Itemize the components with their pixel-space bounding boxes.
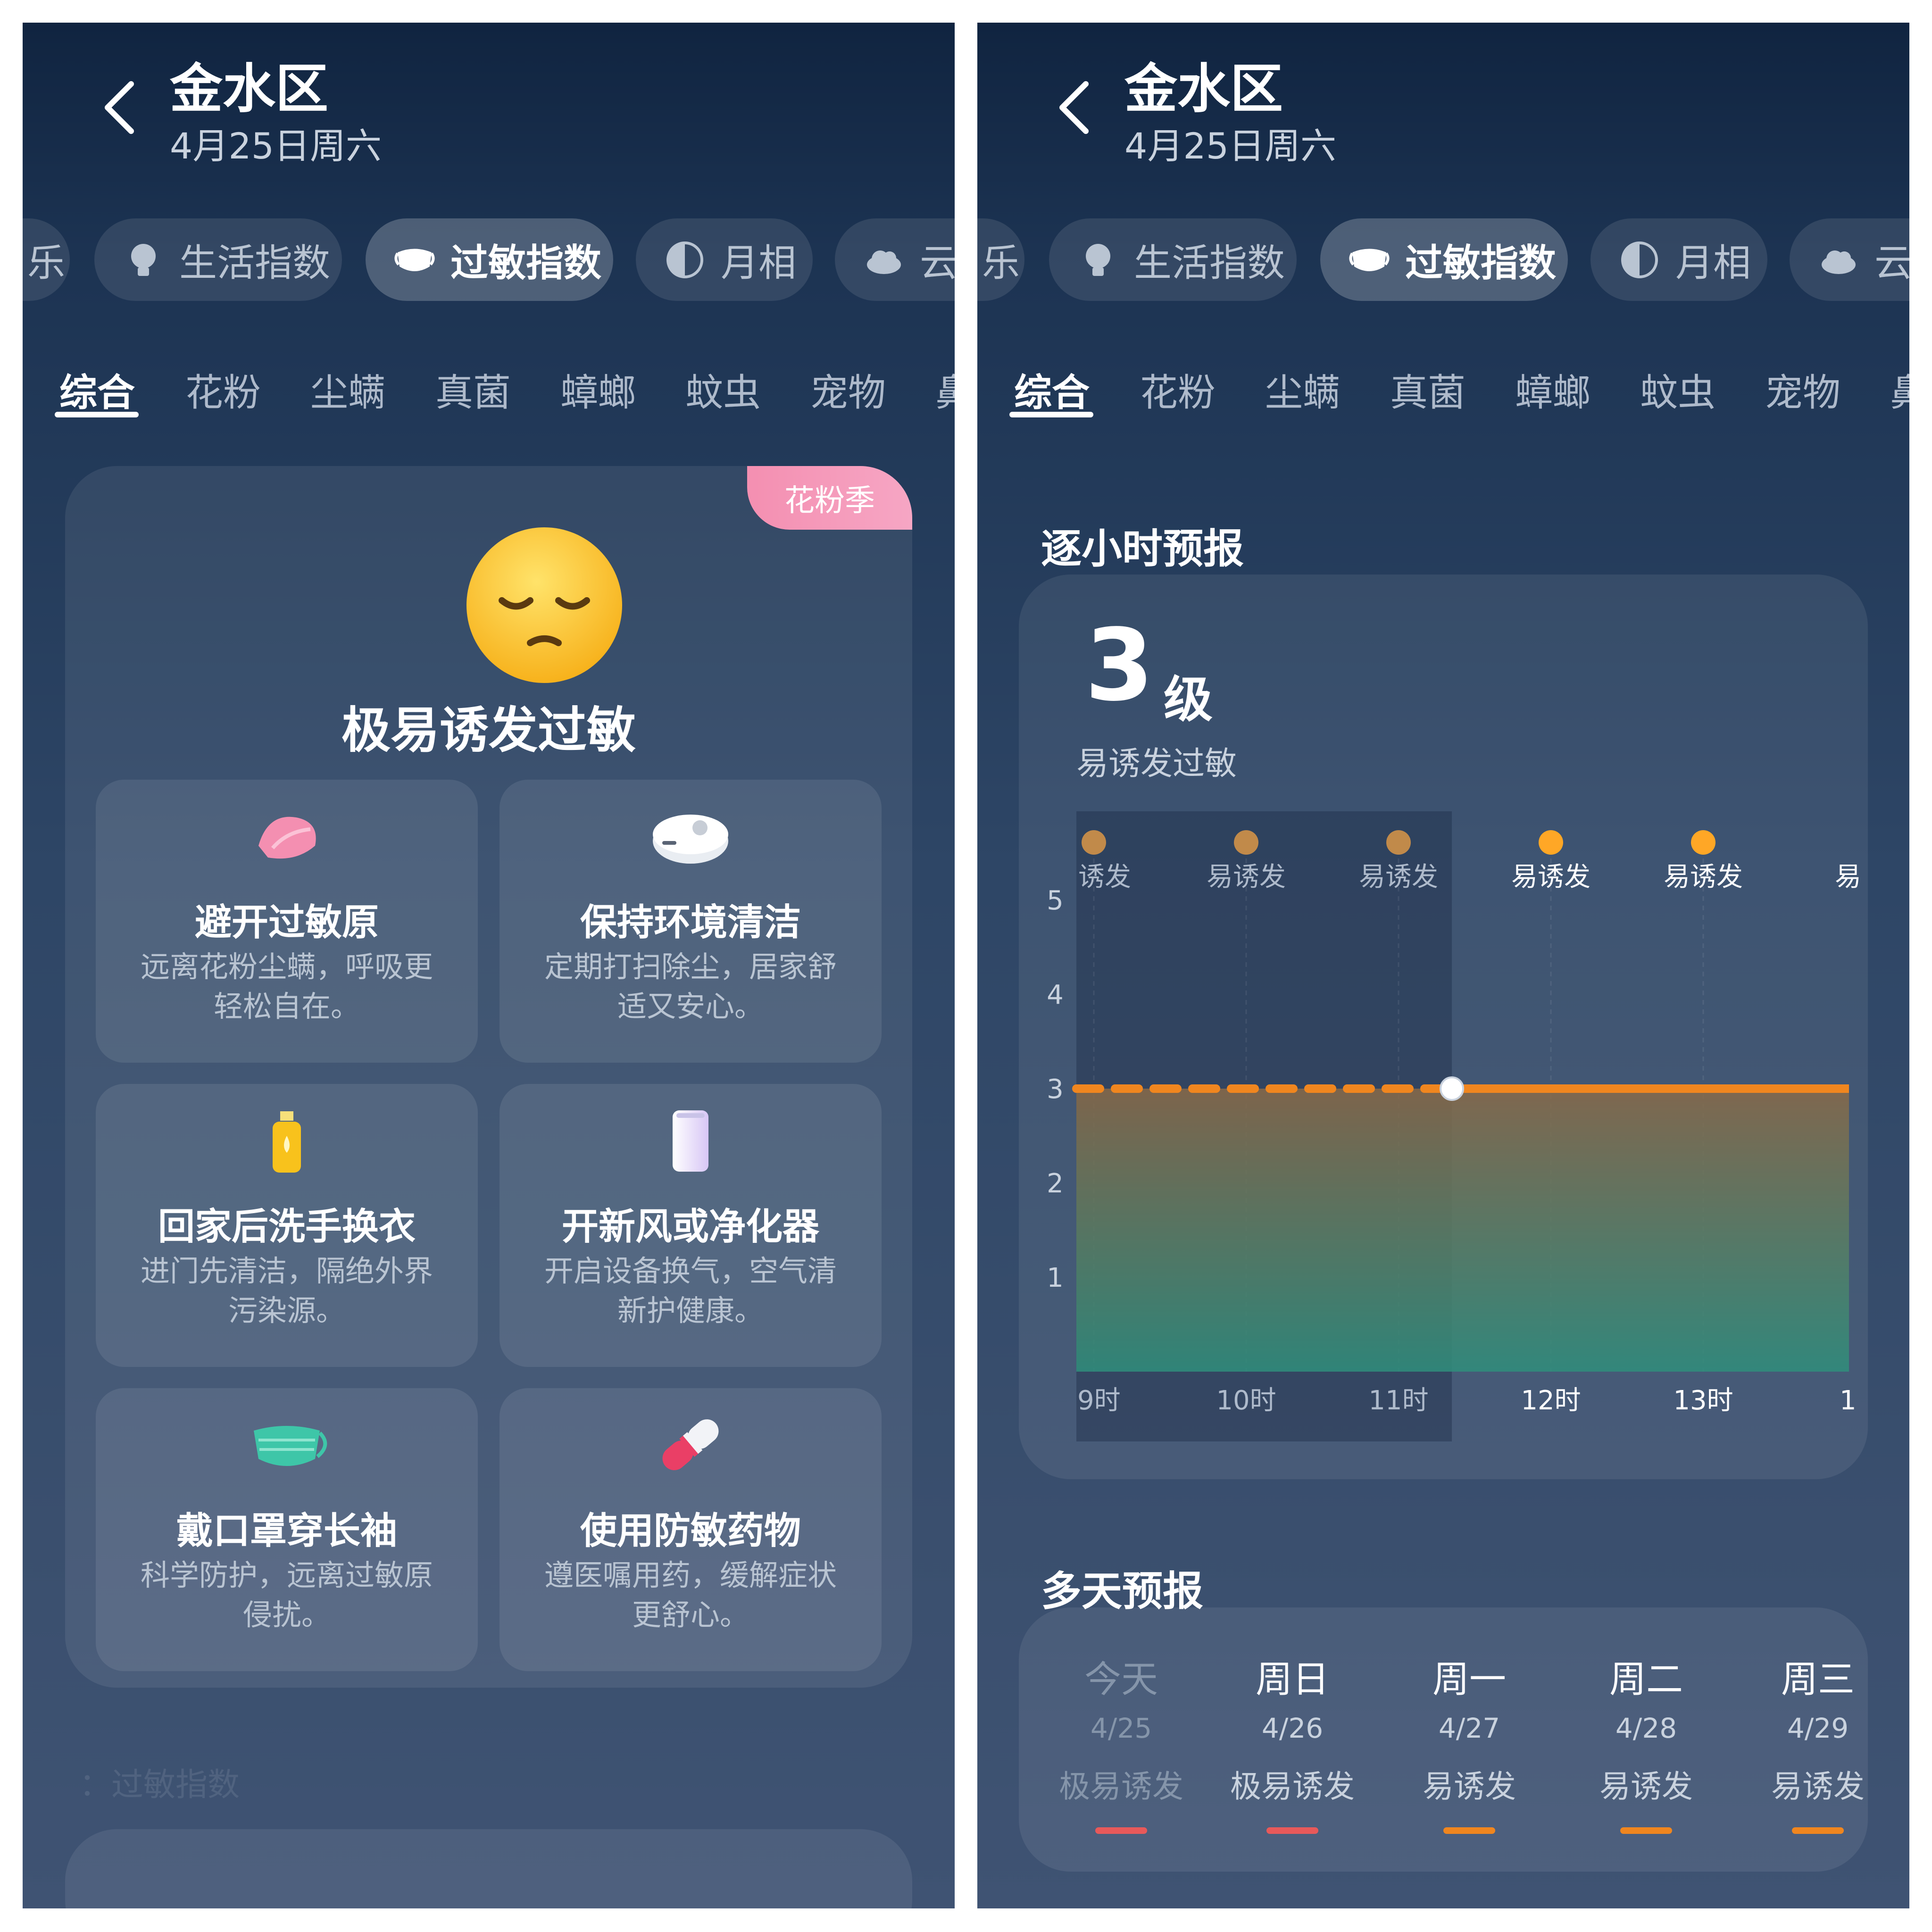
hour-level-label: 易诱发 [1511,862,1591,892]
hour-level-dot [1691,830,1715,855]
hour-level-dot [1234,830,1258,855]
day-level-bar [1095,1827,1147,1834]
tab-underline [55,412,139,417]
x-tick-label: 11时 [1368,1385,1428,1416]
hour-level-label: 易诱发 [1207,862,1286,892]
hour-level-dot [1386,830,1411,855]
y-tick-label: 1 [1047,1263,1064,1293]
pill-partial[interactable]: 乐 [23,218,70,301]
day-column[interactable]: 周三 4/29 易诱发 [1742,1650,1893,1834]
level-area [1076,1089,1849,1372]
pill-moon-phase[interactable]: 月相 [636,218,813,301]
x-tick-label: 13时 [1673,1385,1733,1416]
hour-level-dot [1539,830,1563,855]
hour-level-label: 诱发 [1078,862,1131,892]
y-tick-label: 4 [1047,980,1064,1010]
soap-bottle-icon [273,1111,301,1173]
tab-pet[interactable]: 宠物 [810,362,886,417]
lower-card [65,1829,912,1908]
day-column[interactable]: 周一 4/27 易诱发 [1394,1650,1545,1834]
petal-icon [258,816,316,859]
pill-life-index[interactable]: 生活指数 [94,218,342,301]
x-tick-label: 12时 [1521,1385,1581,1416]
day-column[interactable]: 周二 4/28 易诱发 [1571,1650,1722,1834]
tip-card[interactable]: 避开过敏原 远离花粉尘螨，呼吸更轻松自在。 [96,780,478,1063]
tab-overall[interactable]: 综合 [59,362,135,417]
allergy-overview-screen: 金水区 4月25日周六 乐 生活指数 过敏指数 月相 云 综合 花粉 尘螨 真菌… [23,23,955,1908]
pollen-season-badge: 花粉季 [747,466,912,530]
allergen-tabs: 综合 花粉 尘螨 真菌 蟑螂 蚊虫 宠物 鼻 [23,362,955,438]
day-column[interactable]: 今天 4/25 极易诱发 [1046,1650,1197,1834]
faint-section-title: ：过敏指数 [79,1766,240,1804]
tab-cockroach[interactable]: 蟑螂 [560,362,636,417]
page-date: 4月25日周六 [170,125,382,167]
tab-pollen[interactable]: 花粉 [185,362,261,417]
y-tick-label: 5 [1047,885,1064,916]
y-tick-label: 3 [1047,1074,1064,1105]
air-purifier-icon [673,1110,708,1172]
tab-nose[interactable]: 鼻 [935,362,955,417]
y-tick-label: 2 [1047,1168,1064,1199]
back-button[interactable] [98,77,141,138]
tab-dust-mite[interactable]: 尘螨 [310,362,386,417]
day-level-bar [1620,1827,1672,1834]
pill-capsule-icon [662,1419,719,1470]
moon-phase-icon [663,238,707,282]
hour-level-label: 易 [1835,862,1861,892]
day-column[interactable]: 周日 4/26 极易诱发 [1217,1650,1368,1834]
chevron-left-icon [105,81,134,134]
pill-cloud[interactable]: 云 [835,218,955,301]
mask-icon [393,238,436,282]
allergy-forecast-screen: 金水区 4月25日周六 乐 生活指数 过敏指数 月相 云 综合 花粉 尘螨 真菌… [977,23,1909,1908]
tip-card[interactable]: 开新风或净化器 开启设备换气，空气清新护健康。 [500,1084,882,1367]
category-pills: 乐 生活指数 过敏指数 月相 云 [23,218,955,301]
allergy-summary-card: 花粉季 极易诱发过敏 避开过敏原 远离花粉尘螨，呼吸更轻松自在。 保持环境清洁 … [65,466,912,1688]
page-title: 金水区 [170,58,328,120]
tab-fungus[interactable]: 真菌 [435,362,511,417]
cloud-icon [862,238,906,282]
tip-card[interactable]: 使用防敏药物 遵医嘱用药，缓解症状更舒心。 [500,1388,882,1671]
day-level-bar [1443,1827,1495,1834]
x-tick-label: 9时 [1077,1385,1121,1416]
hour-level-dot [1082,830,1106,855]
hour-level-label: 易诱发 [1359,862,1438,892]
current-hour-marker [1440,1076,1465,1101]
day-level-bar [1792,1827,1844,1834]
tip-card[interactable]: 戴口罩穿长袖 科学防护，远离过敏原侵扰。 [96,1388,478,1671]
sad-face-icon [466,527,622,683]
lightbulb-icon [122,238,165,282]
hour-level-label: 易诱发 [1664,862,1743,892]
robot-vacuum-icon [653,815,728,864]
tip-card[interactable]: 保持环境清洁 定期打扫除尘，居家舒适又安心。 [500,780,882,1063]
x-tick-label: 10时 [1216,1385,1276,1416]
allergy-level-headline: 极易诱发过敏 [341,701,636,759]
pill-allergy-index[interactable]: 过敏指数 [366,218,613,301]
x-tick-label: 1 [1840,1385,1857,1416]
day-level-bar [1266,1827,1318,1834]
tab-mosquito[interactable]: 蚊虫 [685,362,761,417]
face-mask-icon [254,1426,327,1466]
tip-card[interactable]: 回家后洗手换衣 进门先清洁，隔绝外界污染源。 [96,1084,478,1367]
